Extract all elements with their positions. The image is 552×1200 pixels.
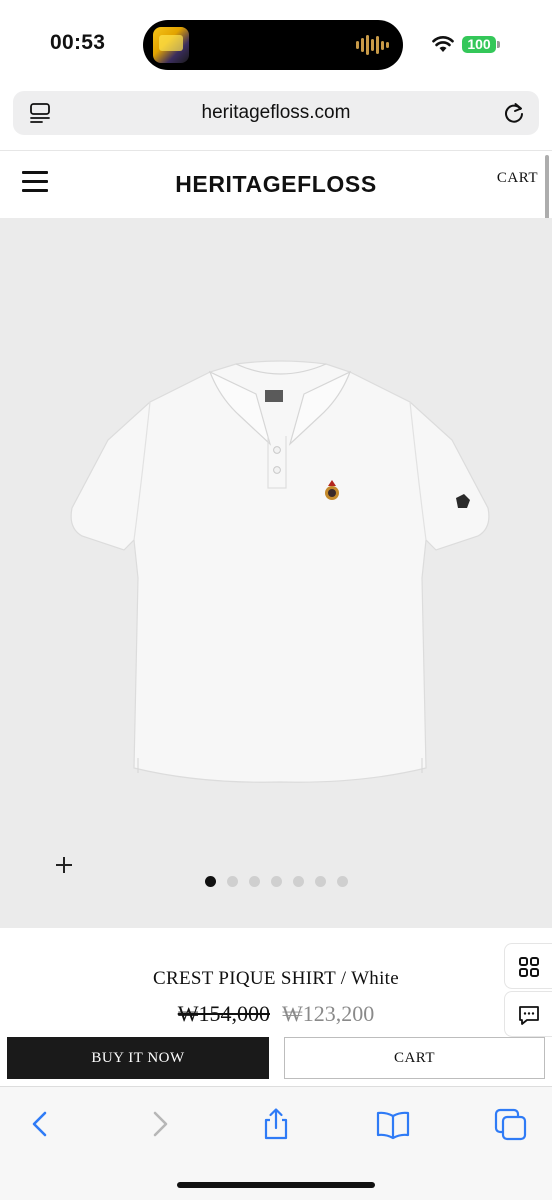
chat-button[interactable] [504,991,552,1037]
gallery-dot[interactable] [226,876,238,887]
address-bar[interactable]: heritagefloss.com [13,91,539,135]
zoom-plus-icon[interactable] [54,855,74,875]
grid-icon [519,957,539,977]
share-icon[interactable] [259,1107,293,1141]
now-playing-art[interactable] [153,27,189,63]
browser-toolbar [0,1086,552,1200]
header-cart-link[interactable]: CART [497,170,538,187]
chat-icon [519,1006,539,1025]
battery-tip [497,41,500,48]
back-icon[interactable] [24,1107,58,1141]
price-sale: ₩123,200 [282,1001,375,1026]
buy-now-button[interactable]: BUY IT NOW [7,1037,269,1079]
home-indicator [177,1182,375,1188]
tabs-icon[interactable] [494,1107,528,1141]
price-row: ₩154,000 ₩123,200 [0,1001,552,1027]
price-original: ₩154,000 [177,1001,270,1026]
grid-view-button[interactable] [504,943,552,989]
gallery-pagination[interactable] [0,876,552,887]
wifi-icon [432,36,454,52]
status-time: 00:53 [50,31,106,54]
gallery-dot[interactable] [248,876,260,887]
tab-format-icon[interactable] [28,101,52,125]
site-header: HERITAGEFLOSS CART [0,150,552,218]
product-image[interactable] [60,358,500,798]
product-gallery[interactable] [0,218,552,928]
gallery-dot[interactable] [292,876,304,887]
dynamic-island[interactable] [143,20,403,70]
gallery-dot[interactable] [314,876,326,887]
battery-icon: 100 [462,36,496,53]
gallery-dot[interactable] [270,876,282,887]
audio-waveform-icon [356,34,389,56]
gallery-dot[interactable] [204,876,216,887]
add-to-cart-button[interactable]: CART [284,1037,545,1079]
reload-icon[interactable] [501,100,527,126]
bookmarks-icon[interactable] [376,1107,410,1141]
url-text[interactable]: heritagefloss.com [13,91,539,135]
brand-logo[interactable]: HERITAGEFLOSS [0,171,552,198]
status-bar: 00:53 100 [0,0,552,88]
forward-icon[interactable] [142,1107,176,1141]
product-title: CREST PIQUE SHIRT / White [153,968,399,989]
gallery-dot[interactable] [336,876,348,887]
